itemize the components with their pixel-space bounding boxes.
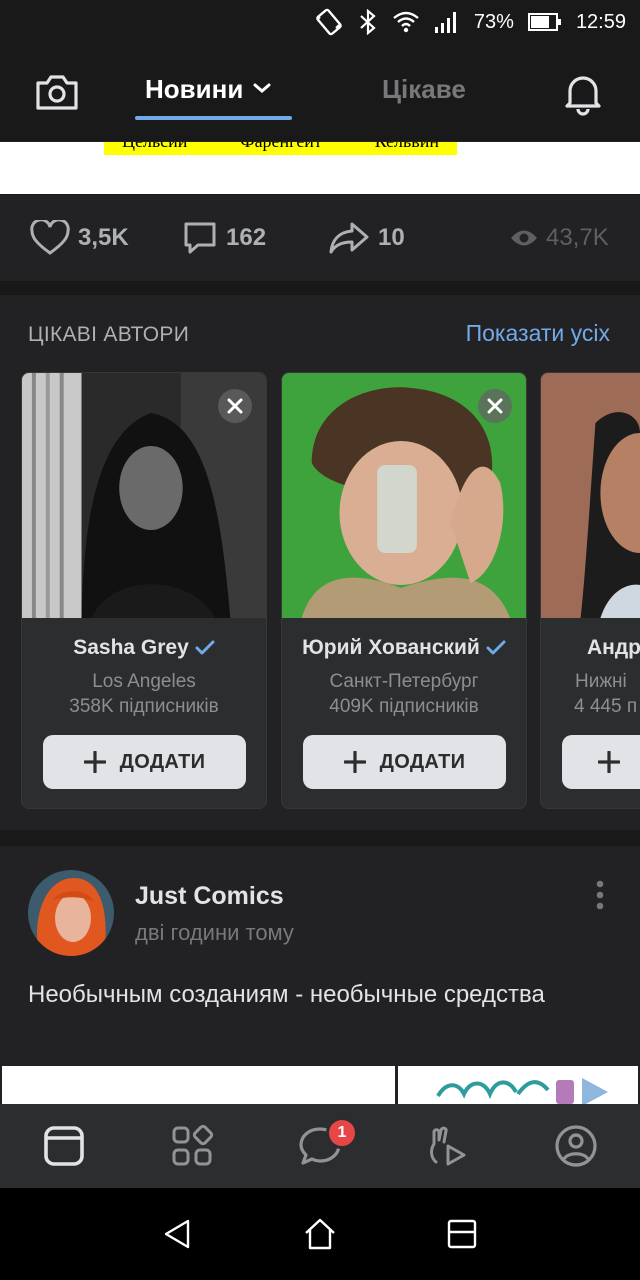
tab-news[interactable]: Новини <box>145 74 271 105</box>
author-card[interactable]: Андр Нижні 4 445 п <box>540 372 640 809</box>
views-count: 43,7K <box>546 224 609 251</box>
author-subscribers: 358K підписників <box>69 696 219 717</box>
camera-icon[interactable] <box>34 72 80 112</box>
author-name: Sasha Grey <box>73 636 189 659</box>
add-button[interactable]: ДОДАТИ <box>303 735 506 789</box>
add-button[interactable]: ДОДАТИ <box>43 735 246 789</box>
author-name-row: Андр <box>541 636 640 660</box>
authors-heading: ЦІКАВІ АВТОРИ <box>28 323 190 346</box>
battery-icon <box>527 13 561 31</box>
post-image[interactable] <box>398 1066 638 1106</box>
author-name: Юрий Хованский <box>302 636 480 659</box>
likes-count: 3,5K <box>78 224 129 251</box>
wifi-icon <box>393 11 419 33</box>
post-author[interactable]: Just Comics <box>135 882 284 911</box>
add-button[interactable] <box>562 735 640 789</box>
like-button[interactable]: 3,5K <box>30 220 129 256</box>
share-button[interactable]: 10 <box>328 220 405 256</box>
battery-percent: 73% <box>473 10 514 33</box>
comment-button[interactable]: 162 <box>182 220 266 256</box>
top-bar: Новини Цікаве <box>0 44 640 142</box>
clock: 12:59 <box>575 10 626 33</box>
clips-tab-icon[interactable] <box>426 1124 470 1168</box>
shares-count: 10 <box>378 224 405 251</box>
profile-tab-icon[interactable] <box>554 1124 598 1168</box>
comment-icon <box>184 222 216 254</box>
author-card[interactable]: Sasha Grey Los Angeles 358K підписників … <box>21 372 267 809</box>
plus-icon <box>343 751 366 773</box>
views: 43,7K <box>510 220 609 256</box>
author-name-row: Юрий Хованский <box>282 636 526 660</box>
bell-icon[interactable] <box>562 70 604 116</box>
status-bar: 73% 12:59 <box>0 0 640 44</box>
add-button-label: ДОДАТИ <box>379 750 466 773</box>
tab-news-label: Новини <box>145 74 244 104</box>
active-tab-indicator <box>135 116 292 120</box>
heart-icon <box>30 220 70 255</box>
comments-count: 162 <box>226 224 267 251</box>
author-name-row: Sasha Grey <box>22 636 266 660</box>
image-caption-strip: Цельсий Фаренгейт Кельвин <box>104 142 457 155</box>
post-actions: 3,5K 162 10 43,7K <box>0 195 640 281</box>
post-image[interactable] <box>2 1066 395 1106</box>
author-subscribers: 4 445 п <box>574 696 638 717</box>
share-icon <box>329 222 369 254</box>
previous-post-image[interactable]: Цельсий Фаренгейт Кельвин <box>0 142 640 194</box>
add-button-label: ДОДАТИ <box>119 750 206 773</box>
author-city: Los Angeles <box>92 671 196 692</box>
author-city: Нижні <box>575 671 627 692</box>
more-vertical-icon[interactable] <box>592 880 608 910</box>
home-icon[interactable] <box>302 1216 338 1252</box>
verified-icon <box>195 640 215 655</box>
dismiss-button[interactable] <box>478 389 512 423</box>
feed-post: Just Comics дві години тому Необычным со… <box>0 846 640 1106</box>
recents-icon[interactable] <box>444 1216 480 1252</box>
author-card[interactable]: Юрий Хованский Санкт-Петербург 409K підп… <box>281 372 527 809</box>
caption-kelvin: Кельвин <box>375 142 439 155</box>
post-text: Необычным созданиям - необычные средства <box>28 981 545 1008</box>
plus-icon <box>83 751 106 773</box>
messages-badge: 1 <box>326 1117 358 1149</box>
news-tab-icon[interactable] <box>42 1124 86 1168</box>
author-city: Санкт-Петербург <box>329 671 479 692</box>
back-icon[interactable] <box>160 1216 196 1252</box>
close-icon <box>227 398 243 414</box>
plus-icon <box>598 751 620 773</box>
caption-fahrenheit: Фаренгейт <box>240 142 321 155</box>
caption-celsius: Цельсий <box>122 142 187 155</box>
vibrate-icon <box>316 8 342 36</box>
dismiss-button[interactable] <box>218 389 252 423</box>
bluetooth-icon <box>360 9 376 35</box>
signal-icon <box>434 12 456 33</box>
show-all-link[interactable]: Показати усіх <box>466 320 610 347</box>
author-avatar[interactable] <box>28 870 114 956</box>
author-photo <box>541 373 640 618</box>
services-tab-icon[interactable] <box>170 1124 214 1168</box>
bottom-nav: 1 <box>0 1104 640 1188</box>
interesting-authors: ЦІКАВІ АВТОРИ Показати усіх Sasha Grey L… <box>0 295 640 830</box>
chevron-down-icon <box>253 83 271 93</box>
post-time: дві години тому <box>135 920 294 945</box>
tab-interesting[interactable]: Цікаве <box>382 74 466 105</box>
author-name: Андр <box>587 636 640 659</box>
eye-icon <box>511 230 537 246</box>
system-nav-bar <box>0 1188 640 1280</box>
author-subscribers: 409K підписників <box>329 696 479 717</box>
verified-icon <box>486 640 506 655</box>
close-icon <box>487 398 503 414</box>
